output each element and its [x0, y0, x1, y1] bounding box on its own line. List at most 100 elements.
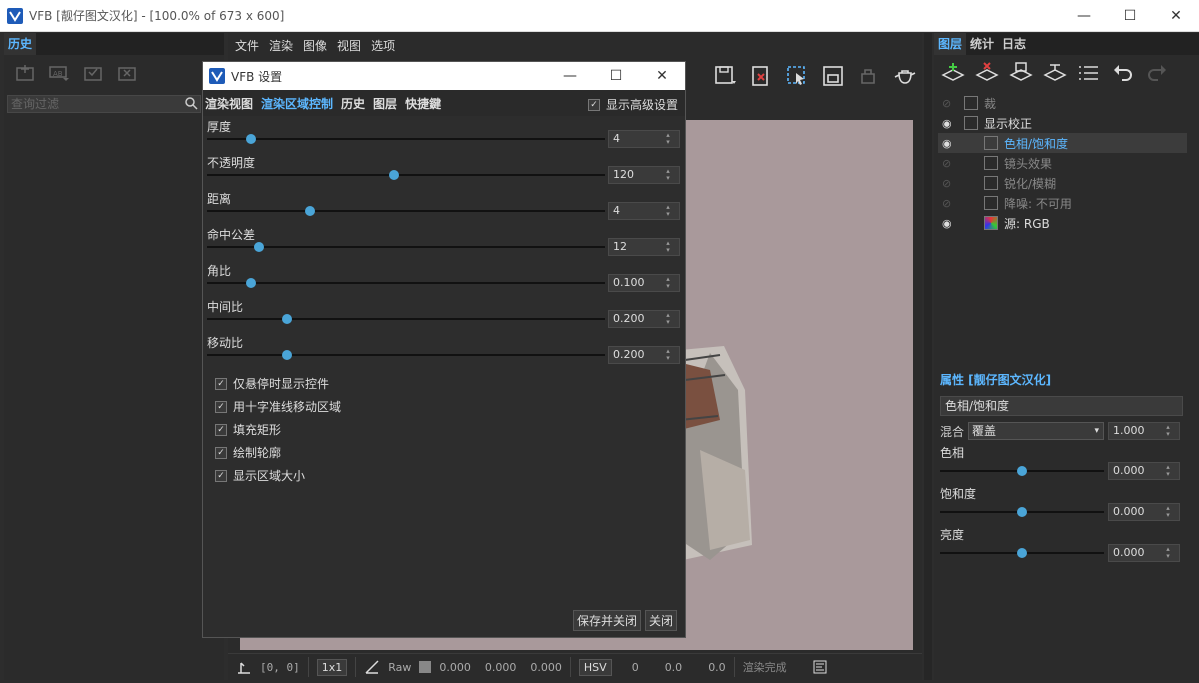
history-delete-icon[interactable]: [116, 62, 138, 84]
layer-name-field[interactable]: 色相/饱和度: [940, 396, 1183, 416]
setting-value-input[interactable]: 4: [608, 130, 680, 148]
slider-value-input[interactable]: 0.000: [1108, 544, 1180, 562]
eye-off-icon[interactable]: ⊘: [942, 177, 960, 190]
option-checkbox-row[interactable]: ✓ 填充矩形: [215, 418, 341, 441]
search-icon[interactable]: [184, 96, 198, 110]
add-layer-icon[interactable]: [940, 60, 966, 86]
panel-splitter[interactable]: [924, 33, 932, 680]
setting-slider-track[interactable]: [207, 242, 605, 252]
clear-image-icon[interactable]: [748, 63, 774, 89]
tab-history[interactable]: 历史: [4, 33, 37, 55]
load-layers-icon[interactable]: [1042, 60, 1068, 86]
region-render-icon[interactable]: [784, 63, 810, 89]
layer-list-icon[interactable]: [1076, 60, 1102, 86]
setting-value-input[interactable]: 0.200: [608, 310, 680, 328]
blend-amount-input[interactable]: 1.000: [1108, 422, 1181, 440]
checkbox-icon[interactable]: ✓: [587, 98, 600, 111]
dialog-close-button[interactable]: ✕: [639, 62, 685, 90]
setting-slider-handle[interactable]: [305, 206, 316, 216]
dialog-tab[interactable]: 快捷鍵: [405, 95, 441, 112]
color-mode-select[interactable]: HSV: [578, 658, 612, 676]
color-picker-icon[interactable]: [364, 659, 380, 675]
tab-stats[interactable]: 统计: [966, 33, 998, 55]
save-image-icon[interactable]: [712, 63, 738, 89]
slider-track[interactable]: [940, 507, 1104, 517]
advanced-toggle[interactable]: ✓ 显示高级设置: [587, 96, 678, 113]
dialog-tab[interactable]: 历史: [341, 95, 365, 112]
setting-slider-handle[interactable]: [281, 314, 292, 324]
layer-row[interactable]: ◉ 显示校正: [938, 113, 1187, 133]
option-checkbox-row[interactable]: ✓ 绘制轮廓: [215, 441, 341, 464]
close-button[interactable]: ✕: [1153, 0, 1199, 32]
checkbox-icon[interactable]: ✓: [215, 469, 227, 482]
maximize-button[interactable]: ☐: [1107, 0, 1153, 32]
layer-row[interactable]: ⊘ 裁: [938, 93, 1187, 113]
option-checkbox-row[interactable]: ✓ 仅悬停时显示控件: [215, 372, 341, 395]
setting-value-input[interactable]: 4: [608, 202, 680, 220]
history-search-input[interactable]: 查询过滤: [7, 95, 201, 113]
tab-properties[interactable]: 属性 [靓仔图文汉化]: [934, 368, 1199, 390]
log-icon[interactable]: [813, 660, 827, 674]
checkbox-icon[interactable]: ✓: [215, 400, 227, 413]
save-close-button[interactable]: 保存并关闭: [572, 610, 641, 631]
close-dialog-button[interactable]: 关闭: [644, 610, 677, 631]
zoom-select[interactable]: 1x1: [316, 658, 348, 676]
blend-mode-select[interactable]: 覆盖 ▾: [968, 422, 1105, 440]
menu-file[interactable]: 文件: [235, 37, 259, 54]
checkbox-icon[interactable]: ✓: [215, 446, 227, 459]
slider-track[interactable]: [940, 548, 1104, 558]
delete-layer-icon[interactable]: [974, 60, 1000, 86]
tab-layers[interactable]: 图层: [934, 33, 967, 55]
option-checkbox-row[interactable]: ✓ 用十字准线移动区域: [215, 395, 341, 418]
teapot-render-icon[interactable]: [892, 63, 918, 89]
setting-value-input[interactable]: 12: [608, 238, 680, 256]
eye-off-icon[interactable]: ⊘: [942, 157, 960, 170]
setting-value-input[interactable]: 120: [608, 166, 680, 184]
pixel-lock-icon[interactable]: [236, 659, 252, 675]
slider-handle[interactable]: [1017, 548, 1027, 558]
menu-image[interactable]: 图像: [303, 37, 327, 54]
slider-handle[interactable]: [1017, 507, 1027, 517]
menu-render[interactable]: 渲染: [269, 37, 293, 54]
dialog-tab[interactable]: 渲染区域控制: [261, 95, 333, 112]
dialog-maximize-button[interactable]: ☐: [593, 62, 639, 90]
option-checkbox-row[interactable]: ✓ 显示区域大小: [215, 464, 341, 487]
dialog-tab[interactable]: 图层: [373, 95, 397, 112]
layer-row[interactable]: ◉ 色相/饱和度: [938, 133, 1187, 153]
menu-options[interactable]: 选项: [371, 37, 395, 54]
setting-slider-handle[interactable]: [245, 134, 256, 144]
dialog-minimize-button[interactable]: —: [547, 62, 593, 90]
eye-icon[interactable]: ◉: [942, 117, 960, 130]
layer-row[interactable]: ◉ 源: RGB: [938, 213, 1187, 233]
menu-view[interactable]: 视图: [337, 37, 361, 54]
setting-slider-handle[interactable]: [253, 242, 264, 252]
setting-slider-track[interactable]: [207, 278, 605, 288]
eye-off-icon[interactable]: ⊘: [942, 97, 960, 110]
setting-value-input[interactable]: 0.100: [608, 274, 680, 292]
setting-slider-track[interactable]: [207, 314, 605, 324]
setting-value-input[interactable]: 0.200: [608, 346, 680, 364]
tab-log[interactable]: 日志: [998, 33, 1030, 55]
checkbox-icon[interactable]: ✓: [215, 377, 227, 390]
setting-slider-handle[interactable]: [245, 278, 256, 288]
dialog-tab[interactable]: 渲染视图: [205, 95, 253, 112]
save-layers-icon[interactable]: [1008, 60, 1034, 86]
slider-value-input[interactable]: 0.000: [1108, 462, 1180, 480]
setting-slider-track[interactable]: [207, 170, 605, 180]
layer-row[interactable]: ⊘ 镜头效果: [938, 153, 1187, 173]
redo-icon[interactable]: [1144, 60, 1170, 86]
setting-slider-handle[interactable]: [281, 350, 292, 360]
setting-slider-track[interactable]: [207, 350, 605, 360]
undo-icon[interactable]: [1110, 60, 1136, 86]
history-compare-icon[interactable]: AB: [48, 62, 70, 84]
setting-slider-track[interactable]: [207, 206, 605, 216]
history-load-icon[interactable]: [82, 62, 104, 84]
slider-handle[interactable]: [1017, 466, 1027, 476]
layer-row[interactable]: ⊘ 锐化/模糊: [938, 173, 1187, 193]
setting-slider-handle[interactable]: [389, 170, 400, 180]
eye-icon[interactable]: ◉: [942, 217, 960, 230]
slider-value-input[interactable]: 0.000: [1108, 503, 1180, 521]
slider-track[interactable]: [940, 466, 1104, 476]
eye-icon[interactable]: ◉: [942, 137, 960, 150]
minimize-button[interactable]: —: [1061, 0, 1107, 32]
